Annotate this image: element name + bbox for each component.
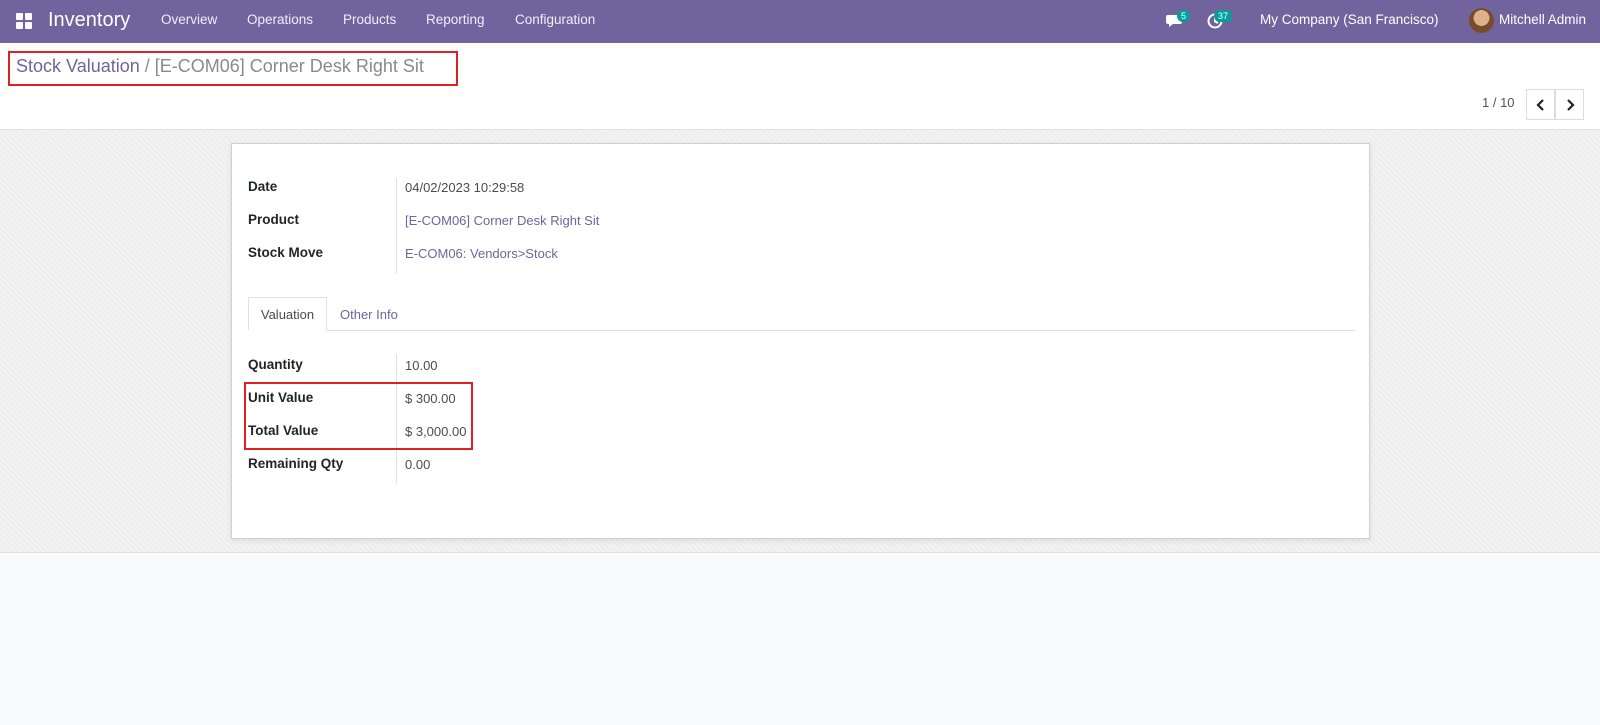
- company-switcher[interactable]: My Company (San Francisco): [1260, 12, 1439, 27]
- product-label: Product: [248, 212, 300, 227]
- date-label: Date: [248, 179, 278, 194]
- date-value: 04/02/2023 10:29:58: [405, 180, 525, 195]
- pager-previous-button[interactable]: [1526, 89, 1555, 120]
- breadcrumb: Stock Valuation / [E-COM06] Corner Desk Ri…: [16, 56, 424, 77]
- stock-move-link[interactable]: E-COM06: Vendors>Stock: [405, 246, 558, 261]
- quantity-label: Quantity: [248, 357, 303, 372]
- stock-move-label: Stock Move: [248, 245, 324, 260]
- field-divider: [396, 178, 397, 274]
- remaining-qty-value: 0.00: [405, 457, 431, 472]
- pager-value[interactable]: 1 / 10: [1482, 95, 1515, 110]
- chevron-right-icon: [1566, 98, 1575, 111]
- menu-products[interactable]: Products: [343, 12, 396, 27]
- messages-badge: 5: [1177, 10, 1191, 22]
- form-sheet: Date 04/02/2023 10:29:58 Product [E-COM0…: [231, 143, 1370, 539]
- breadcrumb-separator: /: [144, 56, 150, 76]
- user-avatar[interactable]: [1469, 8, 1494, 33]
- user-menu[interactable]: Mitchell Admin: [1499, 12, 1586, 27]
- tab-valuation[interactable]: Valuation: [248, 297, 327, 331]
- menu-overview[interactable]: Overview: [161, 12, 217, 27]
- product-link[interactable]: [E-COM06] Corner Desk Right Sit: [405, 213, 599, 228]
- tabs-divider: [248, 330, 1355, 331]
- activities-badge: 37: [1214, 10, 1233, 22]
- value-highlight: [244, 382, 473, 450]
- top-navbar: Inventory Overview Operations Products R…: [0, 0, 1600, 43]
- chevron-left-icon: [1535, 98, 1544, 111]
- control-panel: Stock Valuation / [E-COM06] Corner Desk Ri…: [0, 43, 1600, 130]
- remaining-qty-label: Remaining Qty: [248, 456, 344, 471]
- quantity-value: 10.00: [405, 358, 438, 373]
- menu-operations[interactable]: Operations: [247, 12, 313, 27]
- menu-configuration[interactable]: Configuration: [515, 12, 595, 27]
- breadcrumb-parent-link[interactable]: Stock Valuation: [16, 56, 140, 76]
- apps-grid-icon[interactable]: [16, 13, 32, 29]
- pager-next-button[interactable]: [1555, 89, 1584, 120]
- menu-reporting[interactable]: Reporting: [426, 12, 485, 27]
- breadcrumb-current: [E-COM06] Corner Desk Right Sit: [154, 56, 424, 76]
- tab-other-info[interactable]: Other Info: [340, 307, 398, 322]
- app-title[interactable]: Inventory: [48, 9, 130, 32]
